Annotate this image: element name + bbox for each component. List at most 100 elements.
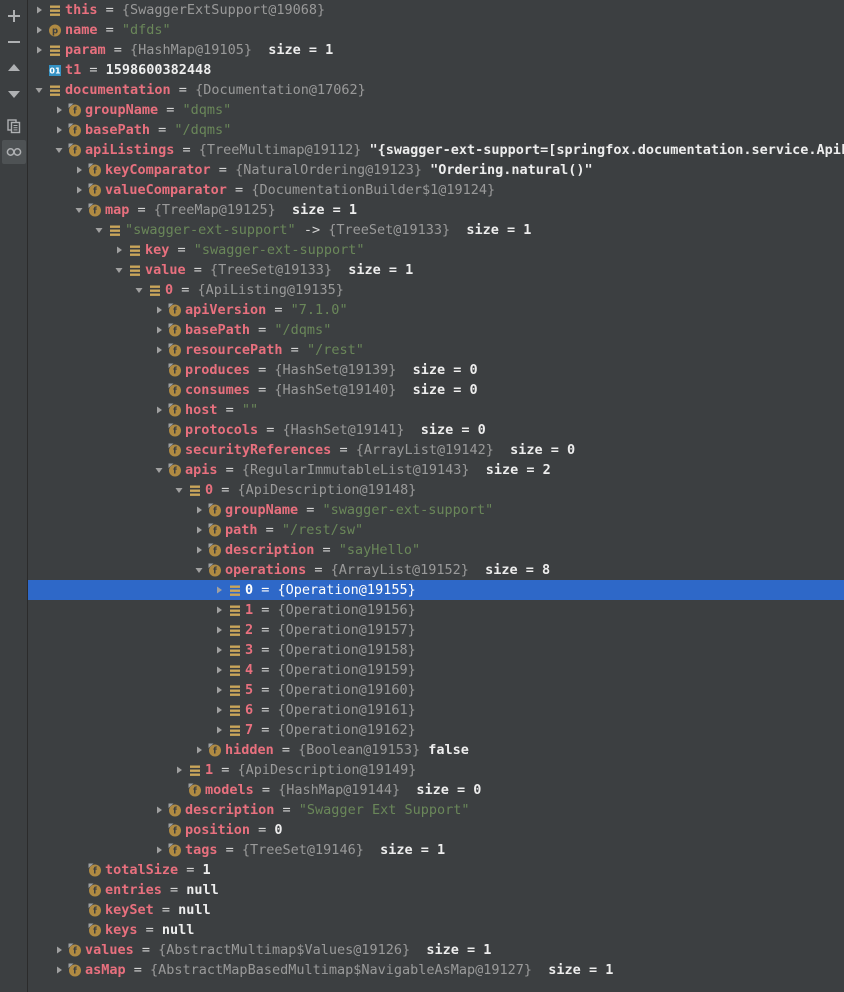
tree-row[interactable]: 01 t1 = 1598600382448 — [28, 60, 844, 80]
chevron-down-icon[interactable] — [52, 140, 66, 160]
chevron-right-icon[interactable] — [212, 680, 226, 700]
chevron-right-icon[interactable] — [52, 100, 66, 120]
move-watch-down-button[interactable] — [2, 82, 26, 106]
tree-row[interactable]: f models = {HashMap@19144} size = 0 — [28, 780, 844, 800]
tree-row[interactable]: f values = {AbstractMultimap$Values@19126… — [28, 940, 844, 960]
chevron-right-icon[interactable] — [152, 320, 166, 340]
remove-watch-button[interactable] — [2, 30, 26, 54]
move-watch-up-button[interactable] — [2, 56, 26, 80]
chevron-right-icon[interactable] — [152, 400, 166, 420]
chevron-right-icon[interactable] — [32, 40, 46, 60]
svg-text:f: f — [173, 427, 177, 437]
tree-row[interactable]: f position = 0 — [28, 820, 844, 840]
tree-row[interactable]: 1 = {ApiDescription@19149} — [28, 760, 844, 780]
tree-row[interactable]: f map = {TreeMap@19125} size = 1 — [28, 200, 844, 220]
tree-row-selected[interactable]: 0 = {Operation@19155} — [28, 580, 844, 600]
chevron-down-icon[interactable] — [92, 220, 106, 240]
chevron-down-icon[interactable] — [32, 80, 46, 100]
copy-value-button[interactable] — [2, 114, 26, 138]
tree-row[interactable]: 2 = {Operation@19157} — [28, 620, 844, 640]
chevron-right-icon[interactable] — [172, 760, 186, 780]
tree-row[interactable]: 3 = {Operation@19158} — [28, 640, 844, 660]
chevron-right-icon[interactable] — [32, 20, 46, 40]
tree-row[interactable]: value = {TreeSet@19133} size = 1 — [28, 260, 844, 280]
tree-row[interactable]: f valueComparator = {DocumentationBuilder… — [28, 180, 844, 200]
tree-row[interactable]: f resourcePath = "/rest" — [28, 340, 844, 360]
chevron-down-icon[interactable] — [192, 560, 206, 580]
tree-row[interactable]: param = {HashMap@19105} size = 1 — [28, 40, 844, 60]
tree-row[interactable]: 7 = {Operation@19162} — [28, 720, 844, 740]
tree-row[interactable]: documentation = {Documentation@17062} — [28, 80, 844, 100]
variable-size: size = 0 — [493, 442, 576, 458]
chevron-down-icon[interactable] — [132, 280, 146, 300]
tree-row[interactable]: 0 = {ApiListing@19135} — [28, 280, 844, 300]
tree-row[interactable]: f keys = null — [28, 920, 844, 940]
variables-tree[interactable]: this = {SwaggerExtSupport@19068} p name = … — [28, 0, 844, 992]
tree-row[interactable]: f totalSize = 1 — [28, 860, 844, 880]
equals-sign: = — [273, 742, 299, 758]
variable-name: position — [185, 822, 251, 838]
chevron-right-icon[interactable] — [72, 160, 86, 180]
chevron-right-icon[interactable] — [152, 300, 166, 320]
tree-row[interactable]: f tags = {TreeSet@19146} size = 1 — [28, 840, 844, 860]
tree-row[interactable]: 6 = {Operation@19161} — [28, 700, 844, 720]
tree-row[interactable]: f path = "/rest/sw" — [28, 520, 844, 540]
tree-row[interactable]: f apis = {RegularImmutableList@19143} siz… — [28, 460, 844, 480]
tree-row[interactable]: f groupName = "swagger-ext-support" — [28, 500, 844, 520]
tree-row[interactable]: f description = "Swagger Ext Support" — [28, 800, 844, 820]
tree-row[interactable]: f basePath = "/dqms" — [28, 120, 844, 140]
tree-row[interactable]: f groupName = "dqms" — [28, 100, 844, 120]
tree-row[interactable]: 1 = {Operation@19156} — [28, 600, 844, 620]
tree-row[interactable]: f apiListings = {TreeMultimap@19112} "{sw… — [28, 140, 844, 160]
chevron-down-icon[interactable] — [112, 260, 126, 280]
chevron-right-icon[interactable] — [212, 660, 226, 680]
chevron-right-icon[interactable] — [72, 180, 86, 200]
tree-row[interactable]: f protocols = {HashSet@19141} size = 0 — [28, 420, 844, 440]
chevron-down-icon[interactable] — [172, 480, 186, 500]
tree-row[interactable]: this = {SwaggerExtSupport@19068} — [28, 0, 844, 20]
tree-row[interactable]: f entries = null — [28, 880, 844, 900]
tree-row[interactable]: f operations = {ArrayList@19152} size = 8 — [28, 560, 844, 580]
tree-row[interactable]: f apiVersion = "7.1.0" — [28, 300, 844, 320]
add-to-watches-button[interactable] — [2, 4, 26, 28]
variable-name: 6 — [245, 702, 254, 718]
tree-row[interactable]: 4 = {Operation@19159} — [28, 660, 844, 680]
tree-row[interactable]: f host = "" — [28, 400, 844, 420]
chevron-right-icon[interactable] — [192, 500, 206, 520]
tree-row[interactable]: f description = "sayHello" — [28, 540, 844, 560]
chevron-right-icon[interactable] — [212, 720, 226, 740]
chevron-right-icon[interactable] — [52, 120, 66, 140]
tree-row[interactable]: f hidden = {Boolean@19153} false — [28, 740, 844, 760]
chevron-right-icon[interactable] — [212, 700, 226, 720]
chevron-right-icon[interactable] — [32, 0, 46, 20]
chevron-right-icon[interactable] — [152, 840, 166, 860]
tree-row[interactable]: f produces = {HashSet@19139} size = 0 — [28, 360, 844, 380]
chevron-right-icon[interactable] — [212, 600, 226, 620]
chevron-right-icon[interactable] — [192, 740, 206, 760]
chevron-down-icon[interactable] — [72, 200, 86, 220]
tree-row[interactable]: f asMap = {AbstractMapBasedMultimap$Navig… — [28, 960, 844, 980]
tree-row[interactable]: f consumes = {HashSet@19140} size = 0 — [28, 380, 844, 400]
tree-row[interactable]: key = "swagger-ext-support" — [28, 240, 844, 260]
tree-row[interactable]: p name = "dfds" — [28, 20, 844, 40]
chevron-down-icon[interactable] — [152, 460, 166, 480]
chevron-right-icon[interactable] — [152, 340, 166, 360]
tree-row[interactable]: f basePath = "/dqms" — [28, 320, 844, 340]
watches-toggle-button[interactable] — [1, 140, 26, 164]
tree-row[interactable]: "swagger-ext-support" -> {TreeSet@19133}… — [28, 220, 844, 240]
chevron-right-icon[interactable] — [192, 520, 206, 540]
chevron-right-icon[interactable] — [112, 240, 126, 260]
tree-row[interactable]: 0 = {ApiDescription@19148} — [28, 480, 844, 500]
field-icon: f — [166, 800, 183, 820]
tree-row[interactable]: f securityReferences = {ArrayList@19142} … — [28, 440, 844, 460]
chevron-right-icon[interactable] — [192, 540, 206, 560]
chevron-right-icon[interactable] — [52, 960, 66, 980]
chevron-right-icon[interactable] — [212, 620, 226, 640]
tree-row[interactable]: f keySet = null — [28, 900, 844, 920]
chevron-right-icon[interactable] — [212, 640, 226, 660]
chevron-right-icon[interactable] — [212, 580, 226, 600]
chevron-right-icon[interactable] — [52, 940, 66, 960]
tree-row[interactable]: f keyComparator = {NaturalOrdering@19123}… — [28, 160, 844, 180]
chevron-right-icon[interactable] — [152, 800, 166, 820]
tree-row[interactable]: 5 = {Operation@19160} — [28, 680, 844, 700]
